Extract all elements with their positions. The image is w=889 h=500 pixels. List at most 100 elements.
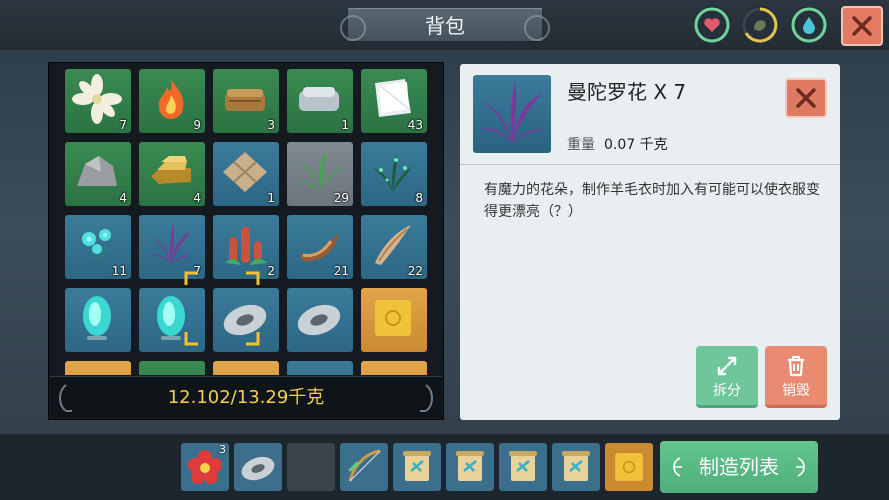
- item-weight-value: 0.07 千克: [604, 137, 668, 153]
- fire-icon: [158, 79, 184, 119]
- inventory-slot-partial[interactable]: [213, 361, 279, 375]
- gold-card-icon: [615, 453, 643, 481]
- item-count: 3: [267, 118, 275, 132]
- metal-disc-icon: [241, 456, 275, 481]
- split-button[interactable]: 拆分: [696, 346, 758, 408]
- hotbar-slot-empty[interactable]: [287, 443, 335, 491]
- inventory-slot-cyan-crystal[interactable]: [139, 288, 205, 352]
- item-count: 2: [267, 264, 275, 278]
- cyan-crystal-icon: [157, 296, 185, 340]
- item-name: 曼陀罗花 X 7: [567, 80, 687, 104]
- hotbar-slot-blueprint[interactable]: [499, 443, 547, 491]
- mandala-flower-icon: [149, 223, 193, 265]
- item-count: 8: [415, 191, 423, 205]
- mandala-flower-icon: [479, 81, 545, 144]
- inventory-slot-gold-ingot[interactable]: 4: [139, 142, 205, 206]
- divider: [460, 164, 840, 165]
- leather-icon: [225, 89, 265, 111]
- inventory-slot-cloth[interactable]: 1: [287, 69, 353, 133]
- heart-icon: [704, 18, 720, 32]
- hotbar-slot-blueprint[interactable]: [552, 443, 600, 491]
- stone-icon: [77, 156, 117, 186]
- item-count: 1: [341, 118, 349, 132]
- bow-icon: [348, 449, 381, 482]
- inventory-slot-partial[interactable]: [65, 361, 131, 375]
- item-count: 21: [333, 264, 349, 278]
- item-count: 43: [407, 118, 423, 132]
- inventory-slot-paper[interactable]: 43: [361, 69, 427, 133]
- inventory-slot-red-coral[interactable]: 2: [213, 215, 279, 279]
- inventory-slot-leather[interactable]: 3: [213, 69, 279, 133]
- blueprint-scroll-icon: [403, 451, 431, 481]
- water-drop-icon: [803, 17, 815, 34]
- destroy-button[interactable]: 销毁: [765, 346, 827, 408]
- glowing-plant-icon: [373, 154, 413, 192]
- hotbar-slot-bow[interactable]: [340, 443, 388, 491]
- carry-weight-bar: 12.102/13.29千克: [50, 376, 442, 418]
- split-arrows-icon: [717, 356, 737, 376]
- window-title: 背包: [425, 14, 465, 38]
- inventory-panel: 7 9 3 1 43 4 4 1 29 8 11 7 2 21 22 12.10…: [48, 62, 444, 420]
- inventory-slot-stone[interactable]: 4: [65, 142, 131, 206]
- item-count: 1: [267, 191, 275, 205]
- inventory-slot-gold-card[interactable]: [361, 288, 427, 352]
- thirst-indicator: [790, 6, 828, 44]
- hunger-indicator: [741, 6, 779, 44]
- inventory-slot-stone-floor[interactable]: 1: [213, 142, 279, 206]
- inventory-slot-grass[interactable]: 29: [287, 142, 353, 206]
- top-bar: 背包: [0, 0, 889, 50]
- blueprint-scroll-icon: [456, 451, 484, 481]
- cyan-crystal-icon: [83, 296, 111, 340]
- blueprint-scroll-icon: [562, 451, 590, 481]
- stone-floor-icon: [223, 152, 267, 192]
- hotbar-slot-blueprint[interactable]: [393, 443, 441, 491]
- item-count: 29: [333, 191, 349, 205]
- inventory-slot-metal-disc[interactable]: [213, 288, 279, 352]
- red-coral-icon: [225, 227, 267, 265]
- gold-card-icon: [375, 300, 411, 336]
- inventory-slot-cyan-flower[interactable]: 11: [65, 215, 131, 279]
- inventory-grid[interactable]: 7 9 3 1 43 4 4 1 29 8 11 7 2 21 22: [61, 69, 431, 375]
- item-count: 7: [119, 118, 127, 132]
- inventory-slot-fire[interactable]: 9: [139, 69, 205, 133]
- inventory-slot-glowing-plant[interactable]: 8: [361, 142, 427, 206]
- hotbar-slot-metal-disc[interactable]: [234, 443, 282, 491]
- item-count: 22: [407, 264, 423, 278]
- hotbar: 3 制造列表: [0, 434, 889, 500]
- item-detail-panel: 曼陀罗花 X 7 重量 0.07 千克 有魔力的花朵，制作羊毛衣时加入有可能可以…: [460, 64, 840, 420]
- item-description: 有魔力的花朵，制作羊毛衣时加入有可能可以使衣服变得更漂亮（？）: [484, 182, 820, 220]
- close-icon: [852, 16, 872, 36]
- carry-weight: 12.102/13.29千克: [167, 387, 325, 408]
- inventory-slot-partial[interactable]: [287, 361, 353, 375]
- hotbar-slot-gold-card[interactable]: [605, 443, 653, 491]
- metal-disc-icon: [297, 304, 341, 336]
- item-count: 4: [193, 191, 201, 205]
- close-icon: [796, 88, 816, 108]
- item-count: 7: [193, 264, 201, 278]
- white-flower-icon: [72, 74, 122, 124]
- detail-close-button[interactable]: [785, 78, 827, 118]
- hotbar-slot-red-flower[interactable]: 3: [181, 443, 229, 491]
- inventory-slot-tusk[interactable]: 22: [361, 215, 427, 279]
- close-button[interactable]: [841, 6, 883, 46]
- inventory-slot-partial[interactable]: [139, 361, 205, 375]
- craft-list-button[interactable]: 制造列表: [660, 441, 818, 493]
- destroy-label: 销毁: [782, 383, 810, 399]
- ornament-icon: [420, 384, 433, 412]
- item-weight-label: 重量: [567, 137, 595, 153]
- inventory-slot-horn[interactable]: 21: [287, 215, 353, 279]
- inventory-slot-partial[interactable]: [361, 361, 427, 375]
- title-plate: 背包: [340, 8, 550, 42]
- inventory-slot-cyan-crystal[interactable]: [65, 288, 131, 352]
- item-count: 11: [111, 264, 127, 278]
- hotbar-count: 3: [219, 443, 226, 456]
- item-count: 9: [193, 118, 201, 132]
- inventory-slot-white-flower[interactable]: 7: [65, 69, 131, 133]
- stomach-icon: [754, 20, 766, 31]
- inventory-slot-metal-disc[interactable]: [287, 288, 353, 352]
- split-label: 拆分: [713, 383, 741, 399]
- ornament-icon: [796, 457, 805, 477]
- hotbar-slot-blueprint[interactable]: [446, 443, 494, 491]
- inventory-slot-mandala-flower[interactable]: 7: [139, 215, 205, 279]
- item-count: 4: [119, 191, 127, 205]
